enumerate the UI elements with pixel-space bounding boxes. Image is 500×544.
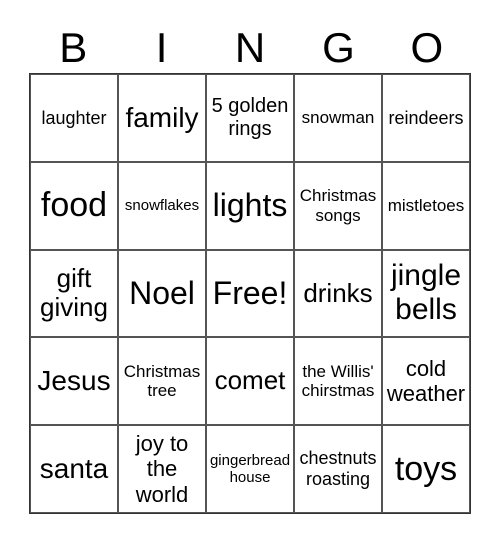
cell-label: reindeers bbox=[388, 107, 464, 128]
cell-label: snowman bbox=[301, 108, 375, 128]
bingo-grid: laughter family 5 golden rings snowman reind… bbox=[29, 73, 471, 514]
header-letter-i: I bbox=[155, 24, 168, 71]
cell-label: comet bbox=[214, 365, 286, 396]
cell-label: gingerbread house bbox=[209, 451, 291, 487]
cell-label: Christmas songs bbox=[299, 186, 377, 225]
header-letter-o: O bbox=[410, 24, 444, 71]
bingo-cell[interactable]: comet bbox=[206, 337, 294, 426]
cell-label: Christmas tree bbox=[123, 361, 201, 401]
bingo-cell[interactable]: toys bbox=[382, 425, 470, 513]
cell-label: mistletoes bbox=[387, 195, 465, 215]
cell-label: drinks bbox=[303, 277, 373, 308]
bingo-cell[interactable]: cold weather bbox=[382, 337, 470, 426]
bingo-cell[interactable]: chestnuts roasting bbox=[294, 425, 382, 513]
bingo-cell[interactable]: snowman bbox=[294, 74, 382, 162]
cell-label: chestnuts roasting bbox=[299, 448, 377, 490]
cell-label: jingle bells bbox=[390, 258, 462, 327]
cell-label: Noel bbox=[129, 275, 195, 312]
bingo-cell[interactable]: Christmas songs bbox=[294, 161, 382, 250]
bingo-cell[interactable]: 5 golden rings bbox=[206, 74, 294, 162]
bingo-cell[interactable]: santa bbox=[30, 425, 118, 513]
bingo-cell[interactable]: family bbox=[118, 74, 206, 162]
cell-label: santa bbox=[39, 453, 109, 484]
header-letter-n: N bbox=[234, 24, 266, 71]
bingo-cell[interactable]: food bbox=[30, 161, 118, 250]
bingo-header: B I N G O bbox=[29, 26, 471, 70]
bingo-cell[interactable]: jingle bells bbox=[382, 249, 470, 338]
cell-label: joy to the world bbox=[135, 431, 189, 507]
bingo-cell[interactable]: reindeers bbox=[382, 74, 470, 162]
cell-label: 5 golden rings bbox=[211, 94, 289, 140]
bingo-cell[interactable]: Christmas tree bbox=[118, 337, 206, 426]
bingo-cell[interactable]: Jesus bbox=[30, 337, 118, 426]
bingo-cell[interactable]: gingerbread house bbox=[206, 425, 294, 513]
cell-label: gift giving bbox=[40, 262, 108, 323]
cell-label: toys bbox=[394, 449, 458, 488]
cell-label: snowflakes bbox=[124, 197, 200, 215]
free-space-cell[interactable]: Free! bbox=[206, 249, 294, 338]
header-letter-b: B bbox=[59, 24, 88, 71]
bingo-cell[interactable]: Noel bbox=[118, 249, 206, 338]
cell-label: cold weather bbox=[386, 355, 466, 407]
cell-label: Jesus bbox=[37, 365, 111, 397]
bingo-cell[interactable]: drinks bbox=[294, 249, 382, 338]
bingo-cell[interactable]: gift giving bbox=[30, 249, 118, 338]
cell-label: food bbox=[40, 186, 108, 225]
cell-label: the Willis' chirstmas bbox=[301, 361, 375, 401]
cell-label: lights bbox=[212, 187, 288, 224]
header-letter-g: G bbox=[322, 24, 355, 71]
bingo-cell[interactable]: joy to the world bbox=[118, 425, 206, 513]
cell-label: family bbox=[125, 101, 199, 133]
bingo-cell[interactable]: snowflakes bbox=[118, 161, 206, 250]
cell-label: Free! bbox=[212, 275, 288, 312]
bingo-cell[interactable]: laughter bbox=[30, 74, 118, 162]
bingo-cell[interactable]: mistletoes bbox=[382, 161, 470, 250]
cell-label: laughter bbox=[41, 107, 107, 128]
bingo-cell[interactable]: lights bbox=[206, 161, 294, 250]
bingo-cell[interactable]: the Willis' chirstmas bbox=[294, 337, 382, 426]
